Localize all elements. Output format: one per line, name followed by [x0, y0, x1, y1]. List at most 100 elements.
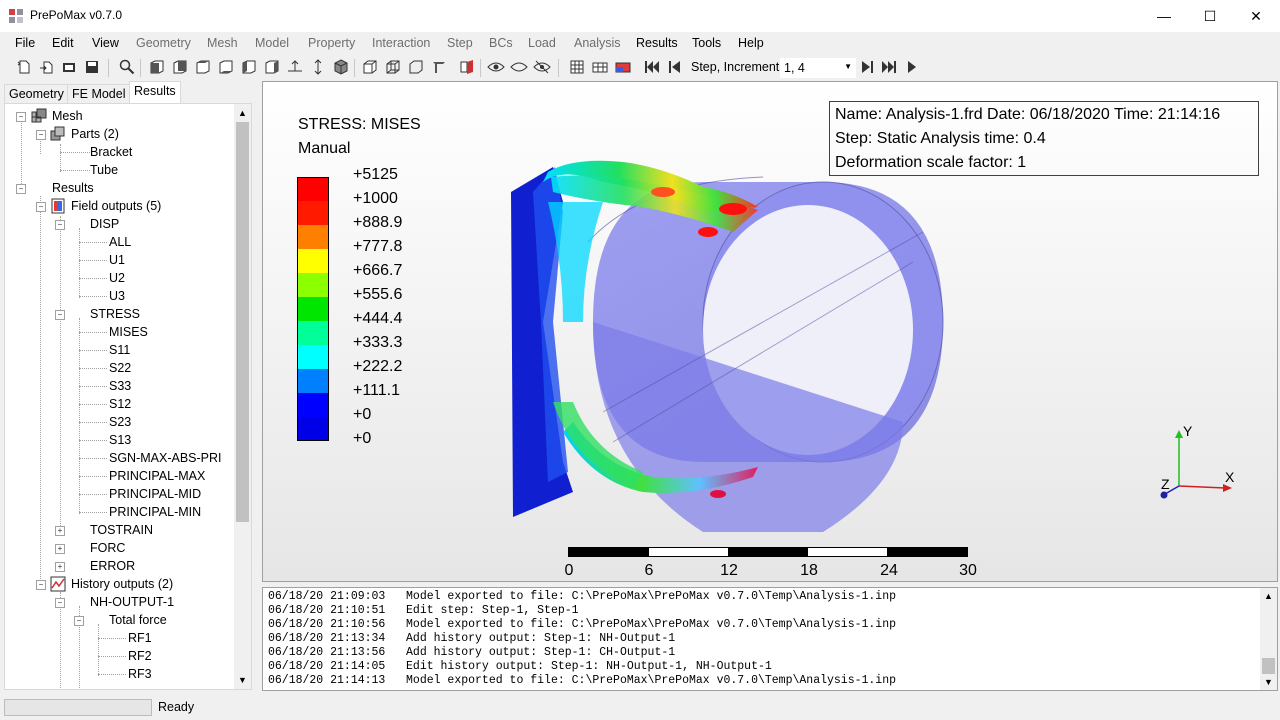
wireframe-icon[interactable]: [384, 58, 402, 76]
tree-node-history-outputs[interactable]: History outputs (2): [71, 575, 173, 593]
3d-viewport[interactable]: STRESS: MISES Manual +5125 +1000 +888.9 …: [262, 81, 1278, 582]
tree-node-forc[interactable]: FORC: [90, 539, 125, 557]
tree-scrollbar[interactable]: ▲ ▼: [234, 104, 251, 689]
edges-icon[interactable]: [407, 58, 425, 76]
step-increment-select[interactable]: 1, 4 ▼: [780, 58, 856, 78]
zoom-icon[interactable]: [118, 58, 136, 76]
tab-results[interactable]: Results: [129, 81, 181, 104]
undeformed-icon[interactable]: [568, 58, 586, 76]
view-isometric-icon[interactable]: [332, 58, 350, 76]
section-view-icon[interactable]: [458, 58, 476, 76]
tree-node-u1[interactable]: U1: [109, 251, 125, 269]
menu-load[interactable]: Load: [528, 36, 556, 50]
tree-node-parts[interactable]: Parts (2): [71, 125, 119, 143]
tree-collapse-toggle[interactable]: −: [74, 616, 84, 626]
show-icon[interactable]: [487, 58, 505, 76]
scroll-down-icon[interactable]: ▼: [238, 675, 247, 685]
view-vertical-icon[interactable]: [309, 58, 327, 76]
menu-help[interactable]: Help: [738, 36, 764, 50]
hide-icon[interactable]: [510, 58, 528, 76]
tree-node-sgn-max-abs-pri[interactable]: SGN-MAX-ABS-PRI: [109, 449, 222, 467]
tree-node-total-force[interactable]: Total force: [109, 611, 167, 629]
tree-collapse-toggle[interactable]: −: [16, 184, 26, 194]
shaded-icon[interactable]: [361, 58, 379, 76]
last-increment-icon[interactable]: [880, 58, 898, 76]
view-right-icon[interactable]: [263, 58, 281, 76]
view-top-icon[interactable]: [194, 58, 212, 76]
menu-model[interactable]: Model: [255, 36, 289, 50]
tree-node-rf1[interactable]: RF1: [128, 629, 152, 647]
tree-node-s11[interactable]: S11: [109, 341, 130, 359]
output-log[interactable]: 06/18/20 21:09:03 Model exported to file…: [262, 587, 1278, 691]
scroll-up-icon[interactable]: ▲: [1264, 591, 1273, 601]
view-front-icon[interactable]: [148, 58, 166, 76]
section-icon[interactable]: [430, 58, 448, 76]
menu-view[interactable]: View: [92, 36, 119, 50]
tree-collapse-toggle[interactable]: −: [36, 130, 46, 140]
view-normal-icon[interactable]: [286, 58, 304, 76]
tree-node-tostrain[interactable]: TOSTRAIN: [90, 521, 153, 539]
menu-mesh[interactable]: Mesh: [207, 36, 238, 50]
tree-expand-toggle[interactable]: +: [55, 526, 65, 536]
menu-tools[interactable]: Tools: [692, 36, 721, 50]
import-file-icon[interactable]: [37, 58, 55, 76]
tree-node-nh-output[interactable]: NH-OUTPUT-1: [90, 593, 174, 611]
tree-node-principal-min[interactable]: PRINCIPAL-MIN: [109, 503, 201, 521]
tree-node-s23[interactable]: S23: [109, 413, 131, 431]
tree-node-mises[interactable]: MISES: [109, 323, 148, 341]
tab-fe-model[interactable]: FE Model: [67, 84, 131, 103]
maximize-button[interactable]: ☐: [1187, 0, 1233, 32]
tree-node-results[interactable]: Results: [52, 179, 94, 197]
new-file-icon[interactable]: [15, 58, 33, 76]
tree-collapse-toggle[interactable]: −: [36, 202, 46, 212]
tree-expand-toggle[interactable]: +: [55, 562, 65, 572]
log-scrollbar-thumb[interactable]: [1262, 658, 1275, 674]
tree-node-s13[interactable]: S13: [109, 431, 131, 449]
tab-geometry[interactable]: Geometry: [4, 84, 69, 103]
tree-node-field-outputs[interactable]: Field outputs (5): [71, 197, 161, 215]
close-button[interactable]: ✕: [1233, 0, 1279, 32]
deformed-icon[interactable]: [591, 58, 609, 76]
tree-expand-toggle[interactable]: +: [55, 544, 65, 554]
tree-node-rf2[interactable]: RF2: [128, 647, 152, 665]
view-bottom-icon[interactable]: [217, 58, 235, 76]
menu-bcs[interactable]: BCs: [489, 36, 513, 50]
tree-collapse-toggle[interactable]: −: [16, 112, 26, 122]
tree-node-tube[interactable]: Tube: [90, 161, 118, 179]
menu-edit[interactable]: Edit: [52, 36, 74, 50]
tree-node-u3[interactable]: U3: [109, 287, 125, 305]
color-contours-icon[interactable]: [614, 58, 632, 76]
open-folder-icon[interactable]: [60, 58, 78, 76]
previous-increment-icon[interactable]: [666, 58, 684, 76]
play-animation-icon[interactable]: [903, 58, 921, 76]
tree-collapse-toggle[interactable]: −: [55, 310, 65, 320]
menu-analysis[interactable]: Analysis: [574, 36, 621, 50]
menu-step[interactable]: Step: [447, 36, 473, 50]
show-only-icon[interactable]: [533, 58, 551, 76]
tree-node-s22[interactable]: S22: [109, 359, 131, 377]
tree-node-all[interactable]: ALL: [109, 233, 131, 251]
view-left-icon[interactable]: [240, 58, 258, 76]
save-icon[interactable]: [83, 58, 101, 76]
menu-file[interactable]: File: [15, 36, 35, 50]
tree-node-disp[interactable]: DISP: [90, 215, 119, 233]
tree-node-mesh[interactable]: Mesh: [52, 107, 83, 125]
tree-node-principal-mid[interactable]: PRINCIPAL-MID: [109, 485, 201, 503]
tree-scrollbar-thumb[interactable]: [236, 122, 249, 522]
tree-node-bracket[interactable]: Bracket: [90, 143, 132, 161]
tree-collapse-toggle[interactable]: −: [55, 598, 65, 608]
tree-node-rf3[interactable]: RF3: [128, 665, 152, 683]
tree-collapse-toggle[interactable]: −: [36, 580, 46, 590]
minimize-button[interactable]: —: [1141, 0, 1187, 32]
tree-node-s33[interactable]: S33: [109, 377, 131, 395]
menu-property[interactable]: Property: [308, 36, 355, 50]
tree-collapse-toggle[interactable]: −: [55, 220, 65, 230]
menu-interaction[interactable]: Interaction: [372, 36, 430, 50]
tree-node-s12[interactable]: S12: [109, 395, 131, 413]
tree-node-error[interactable]: ERROR: [90, 557, 135, 575]
menu-geometry[interactable]: Geometry: [136, 36, 191, 50]
next-increment-icon[interactable]: [858, 58, 876, 76]
scroll-up-icon[interactable]: ▲: [238, 108, 247, 118]
view-back-icon[interactable]: [171, 58, 189, 76]
first-increment-icon[interactable]: [643, 58, 661, 76]
